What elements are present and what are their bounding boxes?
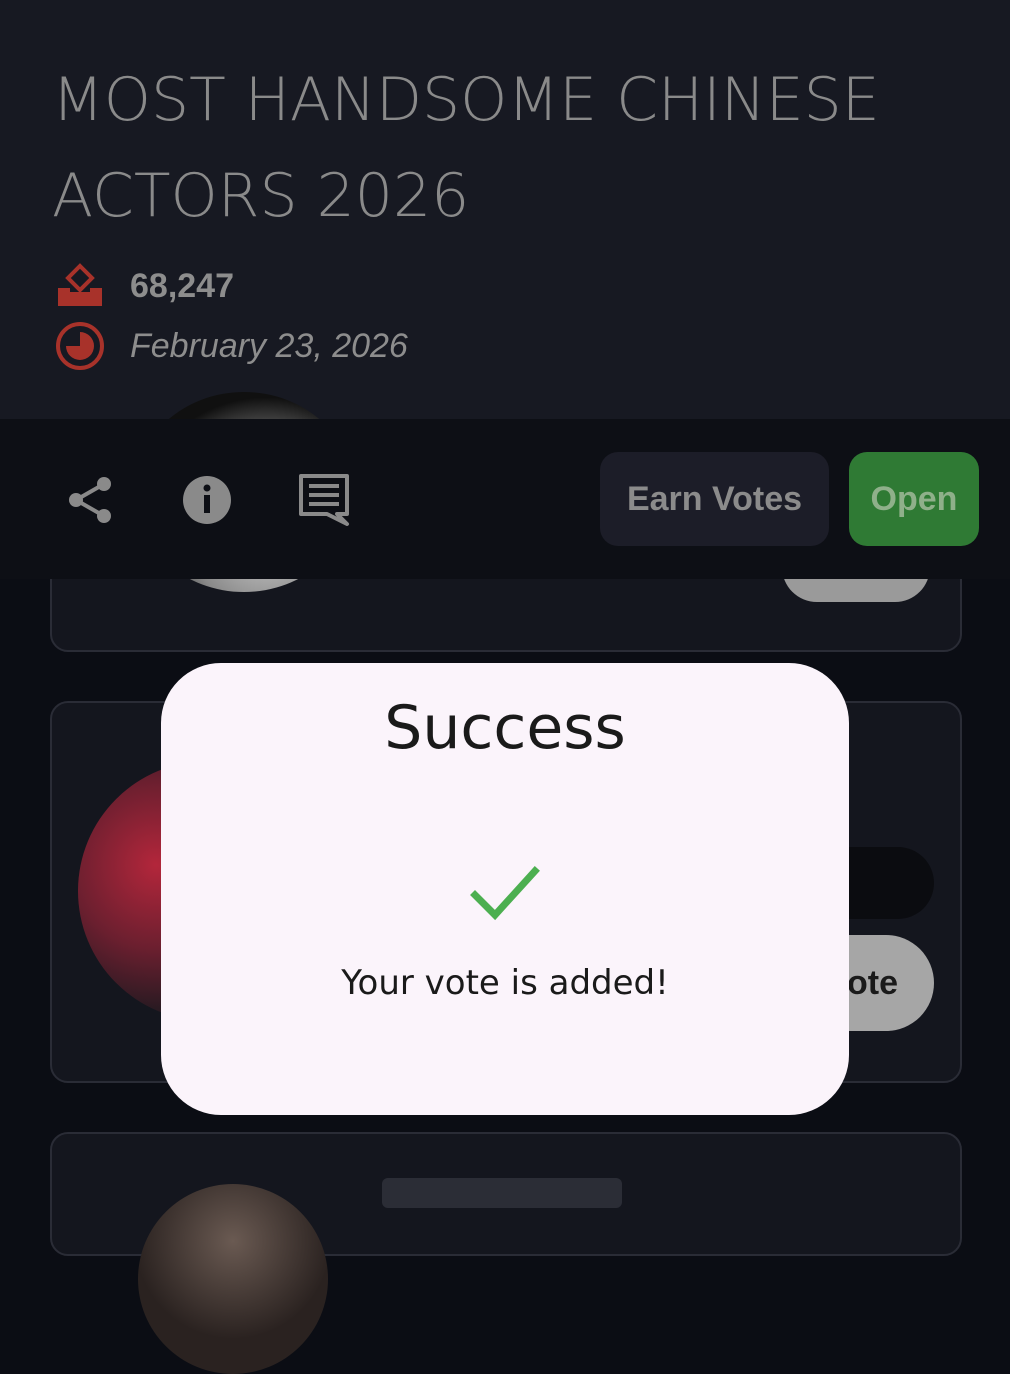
dialog-title: Success [384,693,626,763]
comments-icon[interactable] [297,472,353,528]
share-icon[interactable] [62,472,118,528]
avatar [138,1184,328,1374]
contestant-card[interactable] [50,1132,962,1374]
success-dialog: Success Your vote is added! [161,663,849,1115]
ballot-box-icon [54,262,106,310]
clock-icon [54,322,106,370]
info-icon[interactable] [179,472,235,528]
check-icon [469,863,541,923]
dialog-message: Your vote is added! [341,963,669,1003]
date-row: February 23, 2026 [54,322,408,370]
poll-date: February 23, 2026 [130,326,408,365]
open-button[interactable]: Open [849,452,979,546]
contestant-name [382,1178,622,1208]
poll-title: MOST HANDSOME CHINESE ACTORS 2026 [52,65,880,231]
earn-votes-button[interactable]: Earn Votes [600,452,829,546]
vote-count: 68,247 [130,266,234,305]
votes-row: 68,247 [54,262,234,310]
poll-header: MOST HANDSOME CHINESE ACTORS 2026 68,247… [0,0,1010,419]
